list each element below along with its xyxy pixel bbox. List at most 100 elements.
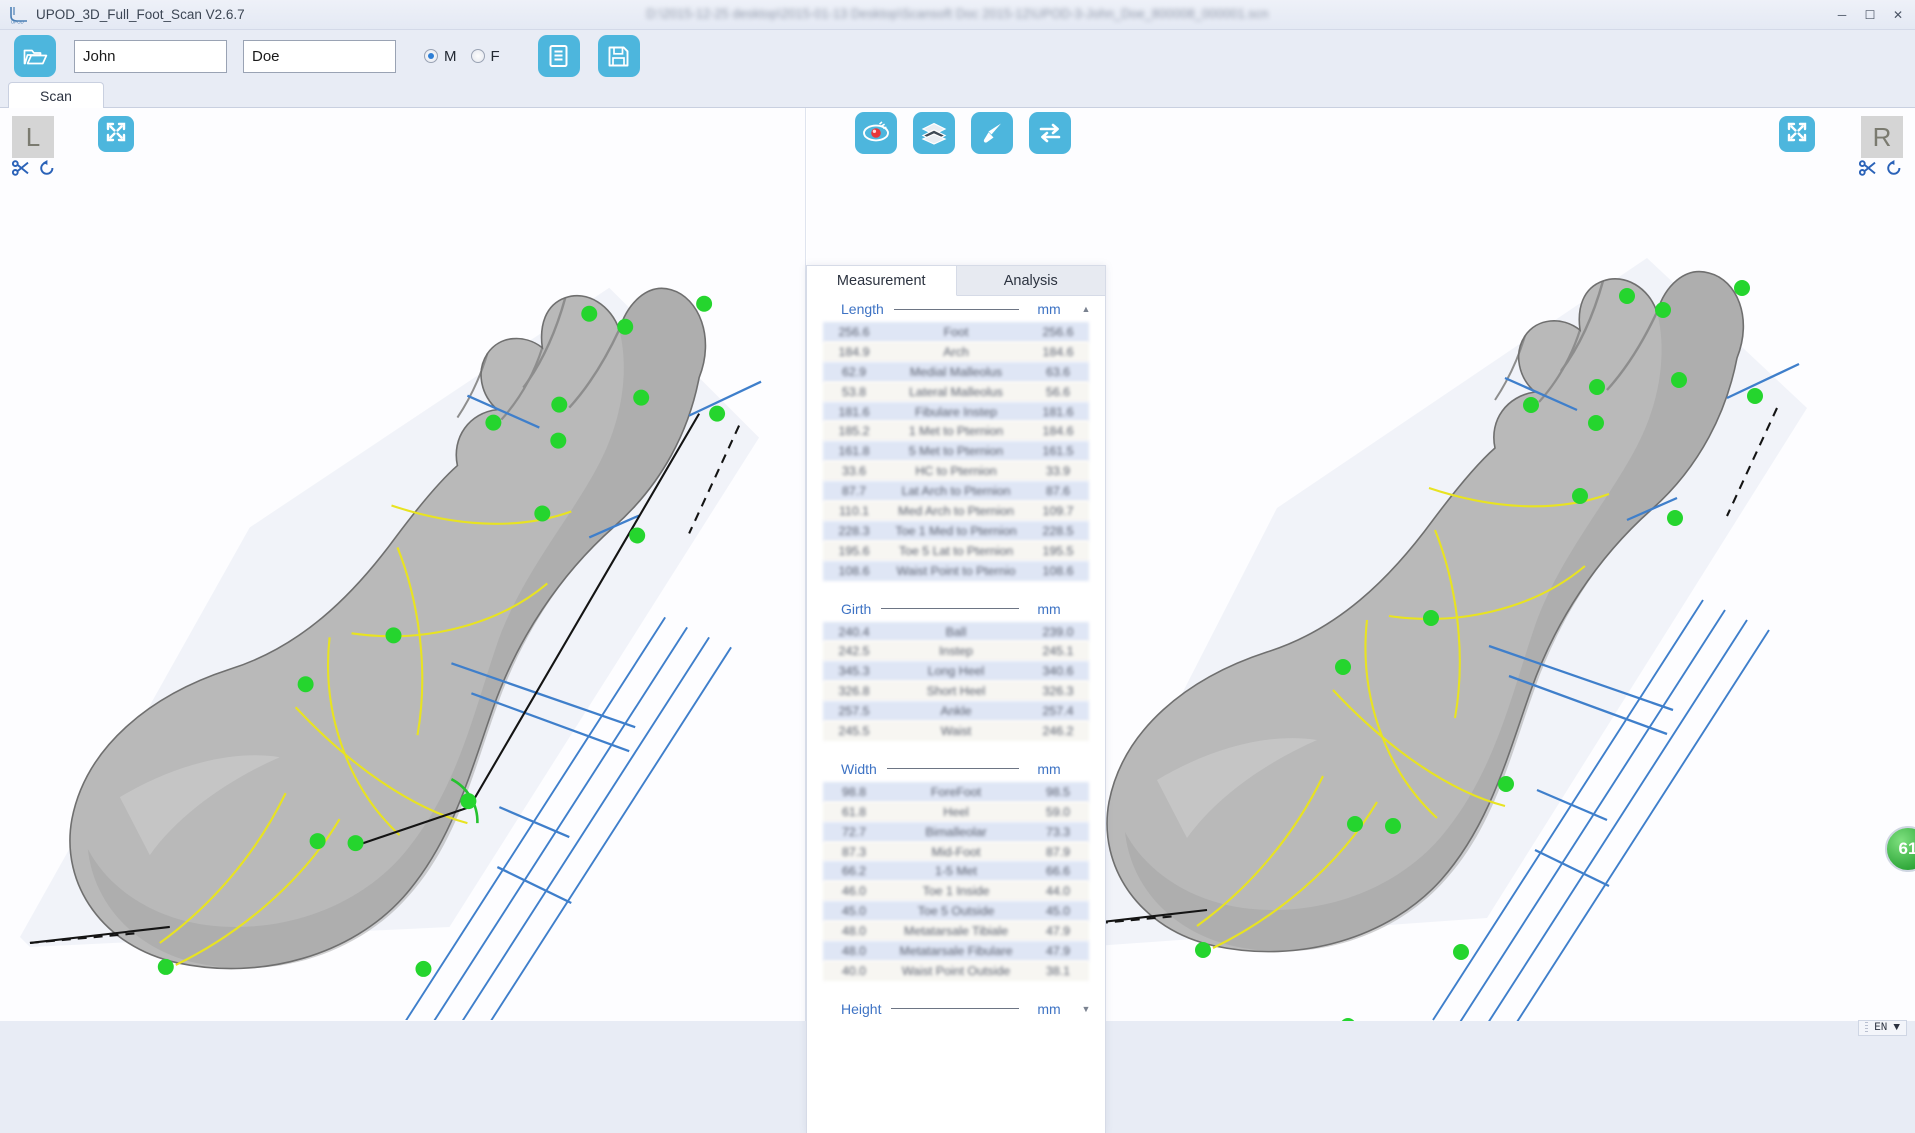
section-gap (807, 587, 1105, 596)
right-value: 256.6 (1027, 325, 1089, 339)
left-value: 184.9 (823, 345, 885, 359)
measurement-row[interactable]: 181.6Fibulare Instep181.6 (823, 402, 1089, 422)
measurement-row[interactable]: 161.85 Met to Pternion161.5 (823, 441, 1089, 461)
paint-button[interactable] (971, 112, 1013, 154)
save-floppy-icon (607, 45, 630, 68)
section-rule (881, 608, 1019, 609)
measurement-row[interactable]: 110.1Med Arch to Pternion109.7 (823, 501, 1089, 521)
measurement-row[interactable]: 257.5Ankle257.4 (823, 701, 1089, 721)
scissors-icon[interactable] (1859, 160, 1877, 181)
minimize-icon[interactable]: ─ (1829, 3, 1855, 27)
measurement-row[interactable]: 87.3Mid-Foot87.9 (823, 842, 1089, 862)
first-name-field[interactable]: John (74, 40, 227, 73)
right-value: 257.4 (1027, 704, 1089, 718)
section-name: Width (841, 761, 877, 777)
measurement-row[interactable]: 228.3Toe 1 Med to Pternion228.5 (823, 521, 1089, 541)
measurement-row[interactable]: 46.0Toe 1 Inside44.0 (823, 881, 1089, 901)
close-icon[interactable]: ✕ (1885, 3, 1911, 27)
left-value: 61.8 (823, 805, 885, 819)
measurement-row[interactable]: 245.5Waist246.2 (823, 721, 1089, 741)
right-value: 59.0 (1027, 805, 1089, 819)
measurement-row[interactable]: 48.0Metatarsale Fibulare47.9 (823, 941, 1089, 961)
gender-female-option[interactable]: F (471, 48, 500, 65)
measure-name: Metatarsale Fibulare (885, 944, 1027, 958)
measurement-row[interactable]: 242.5Instep245.1 (823, 641, 1089, 661)
status-badge-value: 61 (1899, 839, 1915, 859)
measurement-sections[interactable]: Lengthmm▲256.6Foot256.6184.9Arch184.662.… (807, 296, 1105, 1133)
right-value: 87.6 (1027, 484, 1089, 498)
measurement-row[interactable]: 66.21-5 Met66.6 (823, 861, 1089, 881)
rotate-reset-icon[interactable] (38, 160, 56, 181)
scissors-icon[interactable] (12, 160, 30, 181)
first-name-value: John (83, 48, 116, 65)
tab-scan[interactable]: Scan (8, 82, 104, 108)
measurement-row[interactable]: 33.6HC to Pternion33.9 (823, 461, 1089, 481)
swap-button[interactable] (1029, 112, 1071, 154)
measurement-row[interactable]: 240.4Ball239.0 (823, 622, 1089, 642)
left-value: 87.3 (823, 845, 885, 859)
language-indicator[interactable]: EN ▼ (1858, 1020, 1907, 1036)
radio-female-icon (471, 49, 485, 63)
save-button[interactable] (598, 35, 640, 77)
section-header-girth[interactable]: Girthmm (807, 596, 1105, 622)
section-caret-icon[interactable]: ▼ (1079, 1004, 1093, 1014)
measurement-row[interactable]: 62.9Medial Malleolus63.6 (823, 362, 1089, 382)
measurement-row[interactable]: 53.8Lateral Malleolus56.6 (823, 382, 1089, 402)
chevron-down-icon[interactable]: ▼ (1893, 1022, 1900, 1034)
measurement-row[interactable]: 40.0Waist Point Outside38.1 (823, 961, 1089, 981)
right-value: 184.6 (1027, 424, 1089, 438)
open-file-button[interactable] (14, 35, 56, 77)
last-name-field[interactable]: Doe (243, 40, 396, 73)
tab-measurement[interactable]: Measurement (807, 266, 957, 296)
left-value: 240.4 (823, 625, 885, 639)
left-value: 62.9 (823, 365, 885, 379)
left-value: 48.0 (823, 924, 885, 938)
section-header-length[interactable]: Lengthmm▲ (807, 296, 1105, 322)
right-value: 245.1 (1027, 644, 1089, 658)
measurement-row[interactable]: 185.21 Met to Pternion184.6 (823, 421, 1089, 441)
left-side-label-text: L (26, 122, 40, 153)
eye-view-icon (862, 121, 890, 145)
section-header-width[interactable]: Widthmm (807, 756, 1105, 782)
measure-name: Waist Point to Pternio (885, 564, 1027, 578)
measurement-row[interactable]: 195.6Toe 5 Lat to Pternion195.5 (823, 541, 1089, 561)
section-caret-icon[interactable]: ▲ (1079, 304, 1093, 314)
measurement-row[interactable]: 256.6Foot256.6 (823, 322, 1089, 342)
report-button[interactable] (538, 35, 580, 77)
left-value: 326.8 (823, 684, 885, 698)
measure-name: Toe 5 Outside (885, 904, 1027, 918)
measurement-row[interactable]: 61.8Heel59.0 (823, 802, 1089, 822)
tab-scan-label: Scan (40, 88, 72, 104)
gender-male-option[interactable]: M (424, 48, 457, 65)
measurement-row[interactable]: 184.9Arch184.6 (823, 342, 1089, 362)
layers-button[interactable] (913, 112, 955, 154)
left-fullscreen-button[interactable] (98, 116, 134, 152)
right-fullscreen-button[interactable] (1779, 116, 1815, 152)
swap-arrows-icon (1038, 122, 1062, 144)
section-header-height[interactable]: Heightmm▼ (807, 996, 1105, 1022)
measurement-row[interactable]: 326.8Short Heel326.3 (823, 681, 1089, 701)
language-label: EN (1874, 1022, 1887, 1034)
measurement-row[interactable]: 345.3Long Heel340.6 (823, 661, 1089, 681)
measurement-row[interactable]: 98.8ForeFoot98.5 (823, 782, 1089, 802)
measure-name: HC to Pternion (885, 464, 1027, 478)
right-tool-icons (1859, 160, 1903, 181)
measurement-row[interactable]: 72.7Bimalleolar73.3 (823, 822, 1089, 842)
view-button[interactable] (855, 112, 897, 154)
measurement-row[interactable]: 87.7Lat Arch to Pternion87.6 (823, 481, 1089, 501)
maximize-icon[interactable]: ☐ (1857, 3, 1883, 27)
viewport-left-foot[interactable]: L (0, 108, 806, 1021)
right-value: 239.0 (1027, 625, 1089, 639)
left-value: 185.2 (823, 424, 885, 438)
left-value: 46.0 (823, 884, 885, 898)
rotate-reset-icon[interactable] (1885, 160, 1903, 181)
measure-name: Instep (885, 644, 1027, 658)
measurement-row[interactable]: 48.0Metatarsale Tibiale47.9 (823, 921, 1089, 941)
left-value: 181.6 (823, 405, 885, 419)
left-foot-3d-model[interactable] (0, 108, 805, 1020)
measurement-row[interactable]: 108.6Waist Point to Pternio108.6 (823, 561, 1089, 581)
section-gap (807, 987, 1105, 996)
tab-analysis[interactable]: Analysis (957, 266, 1106, 296)
measurement-row[interactable]: 45.0Toe 5 Outside45.0 (823, 901, 1089, 921)
right-value: 108.6 (1027, 564, 1089, 578)
